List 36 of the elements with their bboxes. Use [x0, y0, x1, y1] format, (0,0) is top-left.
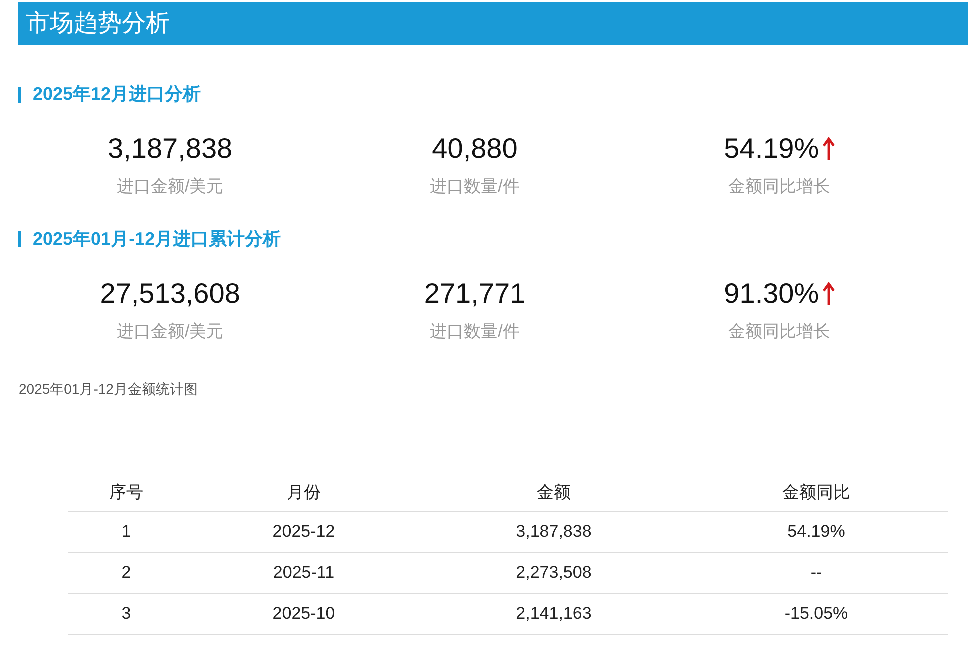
- table-cell-text: 3: [122, 603, 132, 626]
- header-bar: 市场趋势分析: [18, 2, 968, 45]
- table-cell-text: 3,187,838: [516, 521, 592, 544]
- table-cell-text: 2,273,508: [516, 562, 592, 584]
- stat-value: 271,771: [424, 276, 526, 310]
- column-header: 金额: [537, 482, 571, 504]
- section-title: 2025年01月-12月进口累计分析: [33, 228, 282, 250]
- table-cell-text: --: [810, 562, 822, 584]
- section-marker: [18, 231, 21, 247]
- up-arrow-icon: [823, 282, 836, 306]
- stat-value: 40,880: [432, 132, 518, 166]
- stat-label: 金额同比增长: [728, 176, 831, 198]
- table-cell-text: -15.05%: [784, 603, 848, 626]
- column-header: 序号: [110, 482, 144, 504]
- section-title: 2025年12月进口分析: [33, 83, 202, 106]
- chart-caption: 2025年01月-12月金额统计图: [19, 381, 198, 397]
- table-cell-text: 54.19%: [788, 521, 846, 544]
- table-cell-text: 2,141,163: [516, 603, 592, 626]
- stat-label: 金额同比增长: [728, 320, 831, 342]
- stat-value: 54.19%: [724, 132, 820, 166]
- stat-value: 91.30%: [724, 276, 820, 310]
- stat-label: 进口数量/件: [430, 176, 520, 198]
- table-cell-text: 1: [122, 521, 132, 544]
- stat-value: 27,513,608: [100, 276, 240, 310]
- table-cell-text: 2025-10: [272, 603, 336, 626]
- section-marker: [18, 86, 21, 102]
- stat-label: 进口数量/件: [430, 320, 520, 342]
- table-cell-text: 2025-12: [272, 521, 336, 544]
- column-header: 月份: [287, 482, 321, 504]
- column-header: 金额同比: [782, 482, 850, 504]
- table-cell-text: 2025-11: [273, 562, 335, 584]
- table-cell-text: 2: [122, 562, 132, 584]
- stat-label: 进口金额/美元: [116, 176, 224, 198]
- stat-value: 3,187,838: [108, 132, 233, 166]
- up-arrow-icon: [823, 137, 836, 161]
- stat-label: 进口金额/美元: [116, 320, 224, 342]
